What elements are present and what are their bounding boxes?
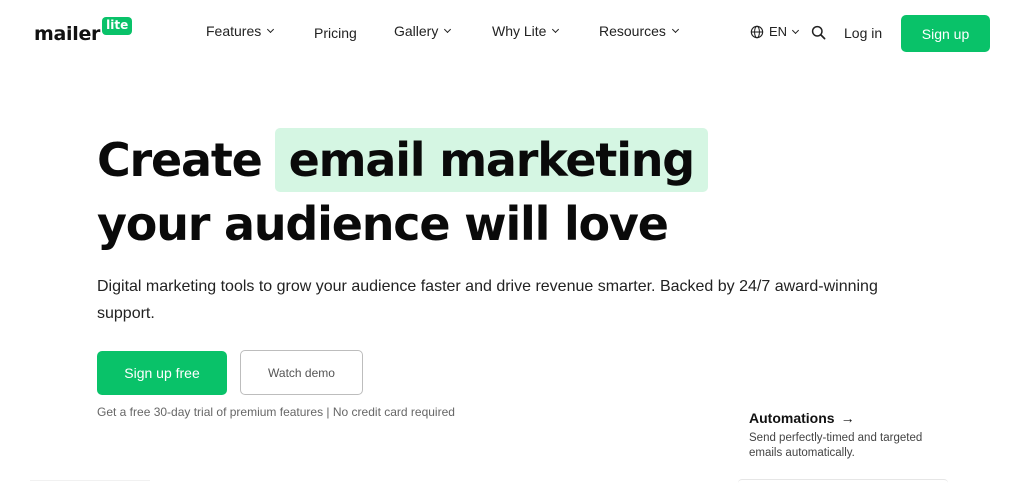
search-icon[interactable] (811, 25, 826, 40)
nav-item-features[interactable]: Features (206, 23, 275, 39)
mailerlite-logo[interactable]: mailer lite (34, 17, 133, 47)
card-preview-edge (738, 479, 948, 483)
feature-title: Automations (749, 410, 835, 426)
language-label: EN (769, 24, 788, 39)
headline-highlight: email marketing (274, 128, 709, 192)
login-link[interactable]: Log in (844, 25, 882, 41)
headline-line-2: your audience will love (97, 197, 669, 251)
nav-item-pricing[interactable]: Pricing (314, 25, 357, 41)
nav-item-label: Pricing (314, 25, 357, 41)
arrow-right-icon: → (840, 410, 855, 426)
nav-item-why-lite[interactable]: Why Lite (492, 23, 560, 39)
nav-item-label: Why Lite (492, 23, 547, 39)
nav-item-label: Features (206, 23, 262, 39)
chevron-down-icon (444, 25, 452, 34)
feature-title-row[interactable]: Automations → (749, 410, 949, 426)
chevron-down-icon (671, 25, 679, 34)
trial-note: Get a free 30-day trial of premium featu… (97, 405, 455, 419)
nav-item-label: Resources (599, 23, 666, 39)
globe-icon (750, 25, 764, 38)
logo-word: mailer (34, 23, 101, 45)
site-header: mailer lite Features Pricing Gallery Why… (0, 0, 1024, 66)
hero-subtitle: Digital marketing tools to grow your aud… (97, 278, 878, 322)
chevron-down-icon (552, 25, 560, 34)
headline-word: Create (97, 133, 263, 187)
logo-badge: lite (102, 17, 133, 35)
chevron-down-icon (267, 25, 275, 34)
chevron-down-icon (792, 26, 800, 34)
headline-line-1: Create email marketing (97, 128, 709, 192)
language-selector[interactable]: EN (750, 24, 800, 39)
nav-item-gallery[interactable]: Gallery (394, 23, 452, 39)
nav-item-resources[interactable]: Resources (599, 23, 679, 39)
signup-free-button[interactable]: Sign up free (97, 351, 227, 395)
hero-headline: Create email marketing your audience wil… (97, 128, 709, 256)
automations-card[interactable]: Automations → Send perfectly-timed and t… (749, 410, 949, 461)
signup-button[interactable]: Sign up (901, 15, 990, 52)
watch-demo-button[interactable]: Watch demo (240, 350, 363, 395)
nav-item-label: Gallery (394, 23, 439, 39)
feature-description: Send perfectly-timed and targeted emails… (749, 432, 923, 459)
